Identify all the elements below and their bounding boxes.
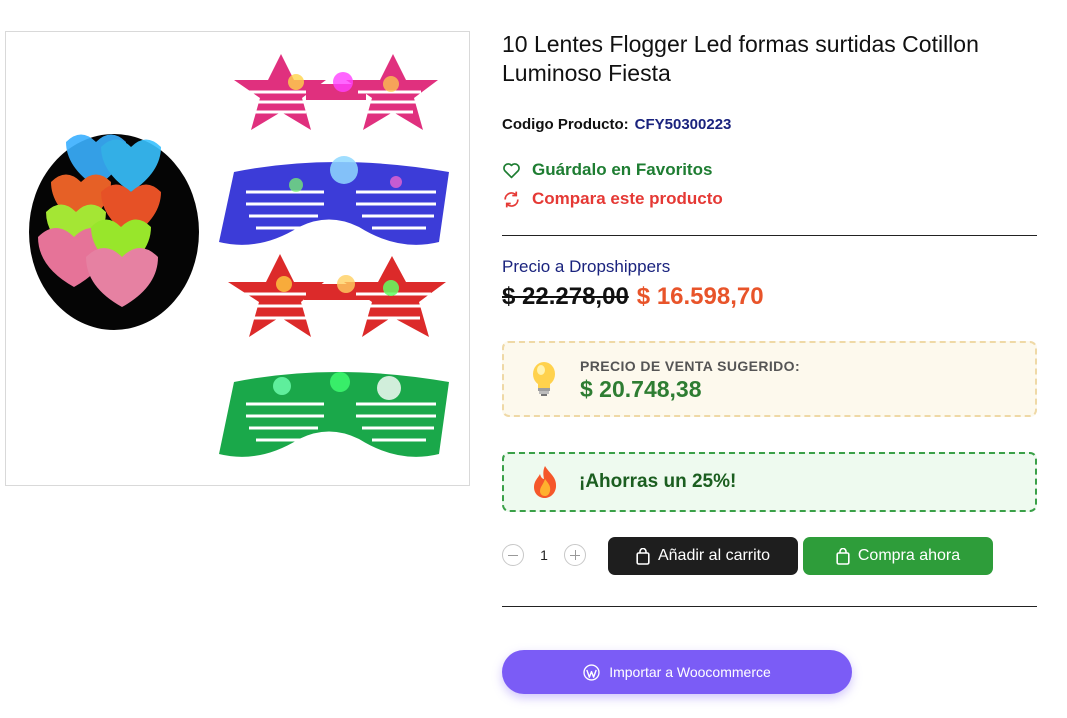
product-photo: [29, 54, 449, 457]
lightbulb-icon: [533, 362, 555, 396]
shopping-bag-icon: [636, 547, 650, 565]
quantity-increase-button[interactable]: [564, 544, 586, 566]
buy-now-label: Compra ahora: [857, 547, 961, 564]
sku-label: Codigo Producto:: [502, 116, 629, 133]
savings-text: ¡Ahorras un 25%!: [579, 471, 737, 492]
product-image[interactable]: [5, 31, 470, 486]
refresh-icon: [504, 191, 519, 207]
heart-icon: [503, 162, 520, 178]
price-row: $ 22.278,00 $ 16.598,70: [502, 283, 764, 311]
suggested-price-label: PRECIO DE VENTA SUGERIDO:: [580, 358, 801, 374]
add-to-cart-label: Añadir al carrito: [657, 547, 771, 564]
product-sku: Codigo Producto: CFY50300223: [502, 116, 731, 133]
import-woocommerce-button[interactable]: Importar a Woocommerce: [502, 650, 852, 694]
add-to-cart-button[interactable]: Añadir al carrito: [608, 537, 798, 575]
current-price: $ 16.598,70: [636, 283, 764, 310]
fire-icon: [534, 466, 557, 498]
sku-value: CFY50300223: [634, 116, 732, 133]
quantity-input[interactable]: 1: [524, 547, 564, 563]
import-woocommerce-label: Importar a Woocommerce: [609, 664, 771, 680]
compare-button[interactable]: Compara este producto: [502, 189, 723, 209]
divider: [502, 235, 1037, 236]
old-price: $ 22.278,00: [502, 283, 629, 310]
buy-now-button[interactable]: Compra ahora: [803, 537, 993, 575]
shopping-bag-icon: [836, 547, 850, 565]
product-title: 10 Lentes Flogger Led formas surtidas Co…: [502, 31, 979, 86]
product-info: 10 Lentes Flogger Led formas surtidas Co…: [502, 30, 1037, 694]
favorite-label: Guárdalo en Favoritos: [532, 160, 713, 179]
dropshipper-price-label: Precio a Dropshippers: [502, 257, 671, 276]
favorite-button[interactable]: Guárdalo en Favoritos: [502, 160, 712, 180]
suggested-price-value: $ 20.748,38: [580, 376, 702, 402]
suggested-price-box: PRECIO DE VENTA SUGERIDO: $ 20.748,38: [502, 341, 1037, 417]
quantity-stepper: 1: [502, 544, 586, 566]
wordpress-icon: [583, 663, 600, 681]
quantity-decrease-button[interactable]: [502, 544, 524, 566]
compare-label: Compara este producto: [532, 189, 723, 208]
divider: [502, 606, 1037, 607]
savings-box: ¡Ahorras un 25%!: [502, 452, 1037, 512]
